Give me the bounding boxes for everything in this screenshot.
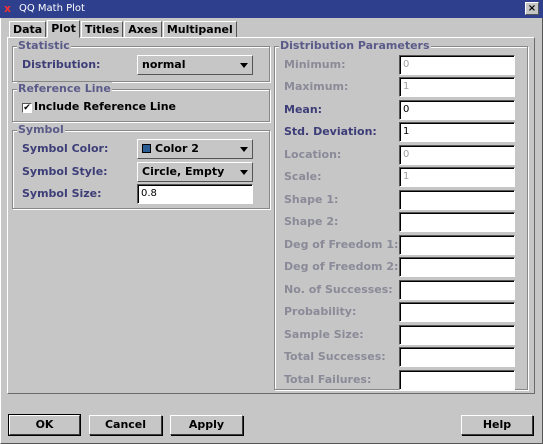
reference-line-legend: Reference Line xyxy=(17,82,112,96)
symbol-style-label: Symbol Style: xyxy=(22,165,108,178)
param-deg-of-freedom-1-field[interactable] xyxy=(399,235,515,255)
plot-tab-panel: Statistic Distribution: normal Reference… xyxy=(7,37,535,394)
param-shape-1-field[interactable] xyxy=(399,190,515,210)
tab-titles[interactable]: Titles xyxy=(80,21,124,38)
param-minimum-label: Minimum: xyxy=(284,58,346,71)
param-maximum-label: Maximum: xyxy=(284,80,349,93)
param-total-failures-field[interactable] xyxy=(399,370,515,390)
param-minimum-field[interactable]: 0 xyxy=(399,55,515,75)
param-maximum-field[interactable]: 1 xyxy=(399,77,515,97)
include-reference-line-label[interactable]: Include Reference Line xyxy=(34,100,176,114)
param-shape-2-label: Shape 2: xyxy=(284,215,339,228)
param-location-label: Location: xyxy=(284,148,342,161)
tab-data[interactable]: Data xyxy=(9,21,47,38)
chevron-down-icon xyxy=(240,147,248,152)
param-deg-of-freedom-2-field[interactable] xyxy=(399,257,515,277)
apply-button[interactable]: Apply xyxy=(170,415,243,435)
close-button[interactable]: × xyxy=(525,2,539,15)
ok-button[interactable]: OK xyxy=(8,414,81,436)
param-location-field[interactable]: 0 xyxy=(399,145,515,165)
symbol-style-select[interactable]: Circle, Empty xyxy=(137,162,253,182)
param-total-failures-label: Total Failures: xyxy=(284,373,372,386)
distribution-label: Distribution: xyxy=(22,58,101,71)
param-total-successes-label: Total Successes: xyxy=(284,350,386,363)
x-app-icon: x xyxy=(4,2,12,15)
param-sample-size-field[interactable] xyxy=(399,325,515,345)
help-button[interactable]: Help xyxy=(461,415,533,435)
param-scale-field[interactable]: 1 xyxy=(399,167,515,187)
statistic-group: Statistic Distribution: normal xyxy=(12,39,270,82)
distribution-parameters-legend: Distribution Parameters xyxy=(279,39,431,53)
symbol-color-label: Symbol Color: xyxy=(22,142,109,155)
param-std-deviation-field[interactable]: 1 xyxy=(399,122,515,142)
distribution-select[interactable]: normal xyxy=(137,55,253,75)
param-probability-label: Probability: xyxy=(284,305,357,318)
param-no-of-successes-label: No. of Successes: xyxy=(284,283,393,296)
symbol-color-value: Color 2 xyxy=(155,142,199,155)
distribution-parameters-group: Distribution Parameters Minimum: 0 Maxim… xyxy=(274,39,528,390)
window-title: QQ Math Plot xyxy=(19,3,85,14)
param-shape-1-label: Shape 1: xyxy=(284,193,339,206)
chevron-down-icon xyxy=(240,63,248,68)
statistic-legend: Statistic xyxy=(17,39,71,53)
param-mean-field[interactable]: 0 xyxy=(399,100,515,120)
tab-bar: Data Plot Titles Axes Multipanel xyxy=(9,20,238,38)
symbol-style-value: Circle, Empty xyxy=(142,165,225,178)
distribution-value: normal xyxy=(142,58,186,71)
symbol-legend: Symbol xyxy=(17,123,65,137)
param-mean-label: Mean: xyxy=(284,103,323,116)
tab-axes[interactable]: Axes xyxy=(124,21,162,38)
param-shape-2-field[interactable] xyxy=(399,212,515,232)
param-deg-of-freedom-1-label: Deg of Freedom 1: xyxy=(284,238,399,251)
include-reference-line-checkbox[interactable]: ✔ xyxy=(22,103,32,113)
param-deg-of-freedom-2-label: Deg of Freedom 2: xyxy=(284,260,399,273)
param-probability-field[interactable] xyxy=(399,302,515,322)
title-bar: x QQ Math Plot × xyxy=(0,0,543,18)
tab-multipanel[interactable]: Multipanel xyxy=(162,21,237,38)
symbol-size-label: Symbol Size: xyxy=(22,187,102,200)
param-std-deviation-label: Std. Deviation: xyxy=(284,125,377,138)
param-total-successes-field[interactable] xyxy=(399,347,515,367)
symbol-color-select[interactable]: Color 2 xyxy=(137,139,253,159)
reference-line-group: Reference Line ✔ Include Reference Line xyxy=(12,82,270,122)
cancel-button[interactable]: Cancel xyxy=(89,415,162,435)
symbol-group: Symbol Symbol Color: Color 2 Symbol Styl… xyxy=(12,123,270,209)
param-no-of-successes-field[interactable] xyxy=(399,280,515,300)
param-sample-size-label: Sample Size: xyxy=(284,328,364,341)
chevron-down-icon xyxy=(240,170,248,175)
symbol-size-field[interactable]: 0.8 xyxy=(137,184,253,204)
color-swatch-icon xyxy=(142,144,151,153)
tab-plot[interactable]: Plot xyxy=(47,20,80,38)
param-scale-label: Scale: xyxy=(284,170,322,183)
